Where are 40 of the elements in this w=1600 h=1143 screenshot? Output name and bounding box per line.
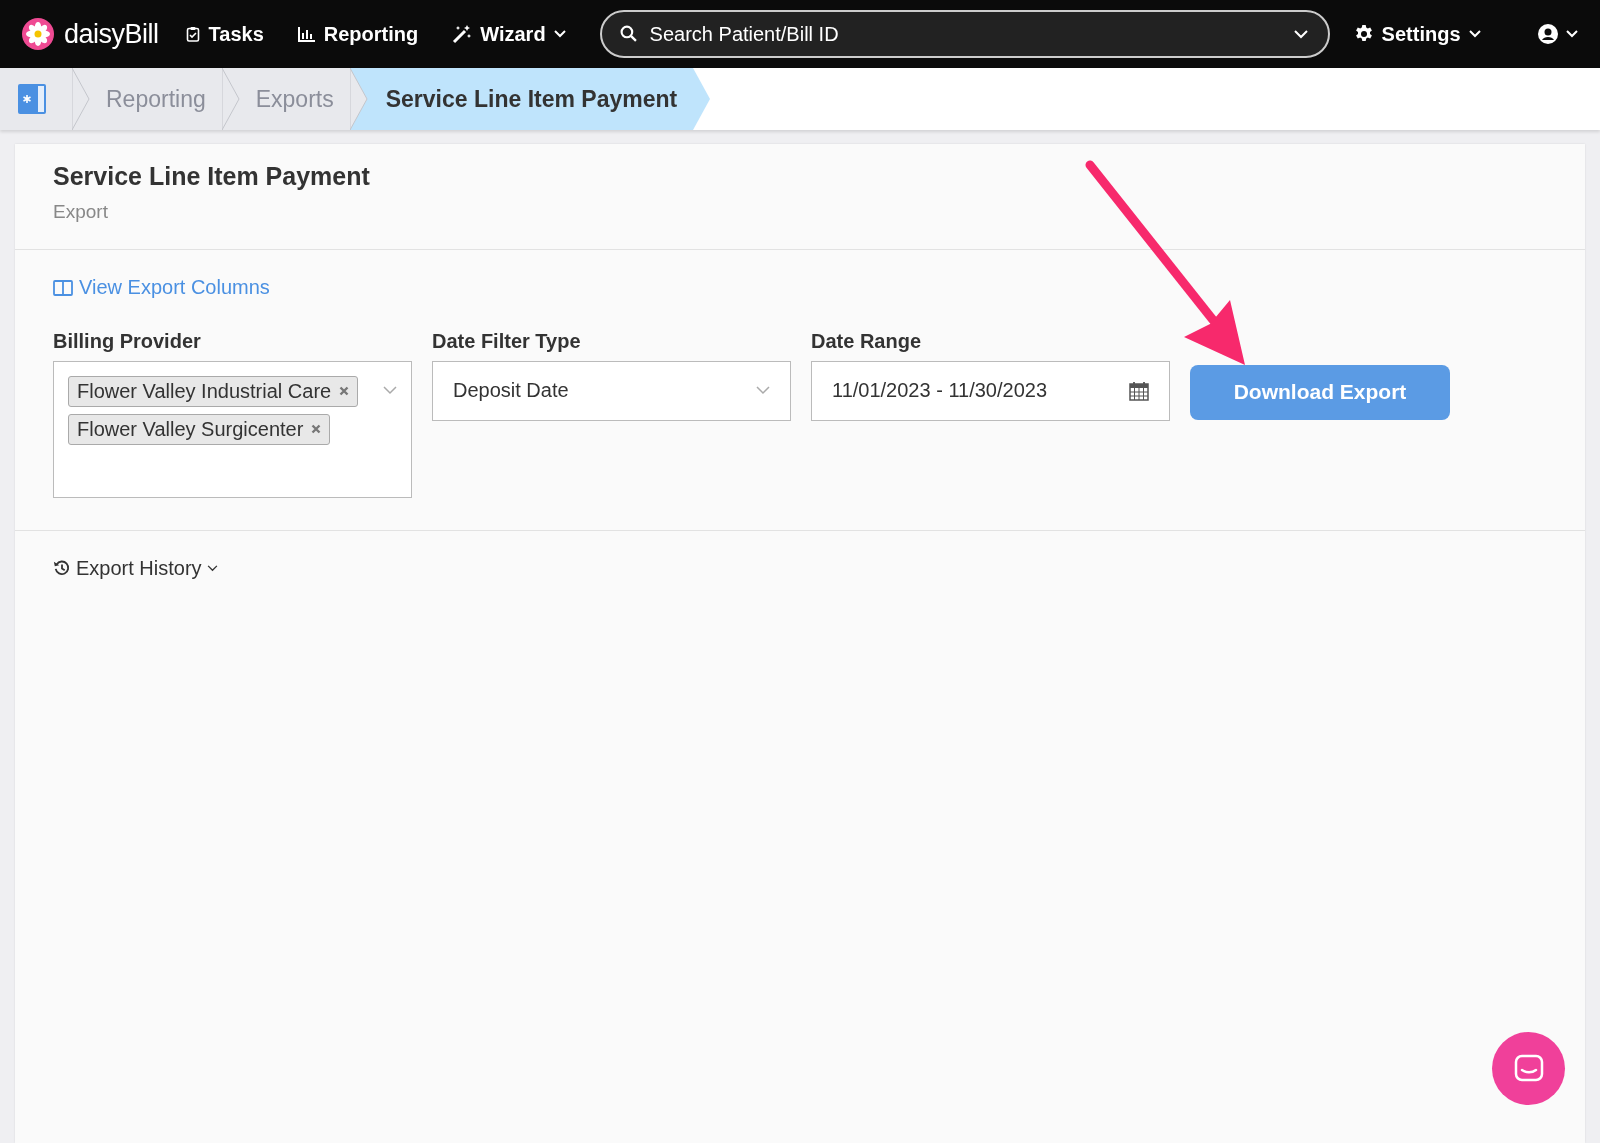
history-icon <box>53 559 71 577</box>
user-avatar-icon <box>1538 24 1558 44</box>
remove-icon[interactable] <box>311 424 322 434</box>
document-icon <box>18 84 46 114</box>
provider-tag: Flower Valley Industrial Care <box>68 375 359 407</box>
remove-icon[interactable] <box>339 386 350 396</box>
account-menu[interactable] <box>1538 24 1578 44</box>
caret-icon <box>756 386 770 395</box>
clipboard-check-icon <box>184 26 201 42</box>
breadcrumb-separator <box>72 68 90 130</box>
caret-icon <box>1293 30 1308 39</box>
brand-name[interactable]: daisyBill <box>64 18 159 50</box>
chat-icon <box>1513 1053 1544 1084</box>
breadcrumb-arrow-tip <box>693 68 712 130</box>
date-range-field[interactable]: 11/01/2023 - 11/30/2023 <box>811 360 1170 421</box>
nav-menu-item[interactable]: Reporting <box>297 22 419 46</box>
provider-tag: Flower Valley Surgicenter <box>68 413 331 445</box>
search-field[interactable]: Search Patient/Bill ID <box>599 10 1330 58</box>
export-history-toggle[interactable]: Export History <box>53 556 218 580</box>
caret-icon <box>206 564 218 572</box>
settings-menu[interactable]: Settings <box>1353 22 1481 46</box>
columns-icon <box>53 279 73 296</box>
caret-icon <box>1468 30 1481 38</box>
search-icon <box>619 25 637 42</box>
caret-icon <box>383 385 397 395</box>
date-filter-select[interactable]: Deposit Date <box>432 360 791 421</box>
settings-icon <box>1353 24 1374 44</box>
nav-menu-item[interactable]: Tasks <box>184 22 264 46</box>
flower-logo-icon[interactable] <box>22 18 54 50</box>
page-title: Service Line Item Payment <box>53 162 371 191</box>
provider-select[interactable]: Flower Valley Industrial Care Flower Valley Surgicenter <box>53 360 412 498</box>
bar-chart-icon <box>297 26 316 42</box>
field-label: Date Filter Type <box>432 329 582 353</box>
nav-menu-item[interactable]: Wizard <box>452 22 566 46</box>
field-label: Billing Provider <box>53 329 202 353</box>
calendar-icon <box>1129 380 1149 401</box>
magic-wand-icon <box>452 24 473 44</box>
page-subtitle: Export <box>53 201 109 223</box>
field-label: Date Range <box>811 329 923 353</box>
caret-icon <box>1566 30 1578 38</box>
